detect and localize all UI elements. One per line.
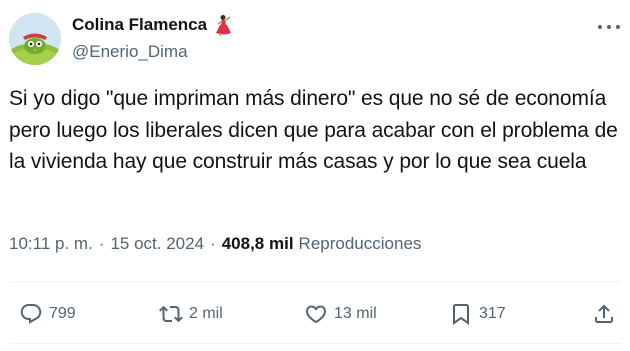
heart-icon [305,305,327,324]
repost-icon [159,305,183,323]
dot-icon [598,25,602,29]
divider [9,281,621,282]
author-name-row[interactable]: Colina Flamenca [72,14,232,37]
reply-button[interactable]: 799 [19,294,76,334]
more-options-button[interactable] [598,18,620,36]
reply-count: 799 [49,305,76,322]
reply-icon [20,304,42,324]
like-button[interactable]: 13 mil [304,294,377,334]
dot-icon [607,25,611,29]
repost-button[interactable]: 2 mil [159,294,223,334]
author-handle[interactable]: @Enerio_Dima [72,42,188,62]
avatar[interactable] [9,13,61,65]
tweet-date[interactable]: 15 oct. 2024 [110,234,204,254]
flamenco-dancer-icon [212,14,232,37]
bookmark-count: 317 [479,305,506,322]
tweet-time[interactable]: 10:11 p. m. [9,234,93,254]
dot-icon [616,25,620,29]
bookmark-button[interactable]: 317 [449,294,506,334]
green-bird-avatar-icon [9,13,61,65]
views-label: Reproducciones [298,234,422,253]
action-bar: 799 2 mil 13 mil 317 [0,294,630,334]
share-icon [595,304,613,323]
tweet-text: Si yo digo "que impriman más dinero" es … [9,87,618,173]
repost-count: 2 mil [189,305,223,322]
share-button[interactable] [592,294,616,334]
meta-separator: · [210,234,216,253]
bookmark-icon [453,304,469,325]
like-count: 13 mil [334,305,377,322]
views-count: 408,8 mil [221,234,294,253]
meta-separator: · [98,234,105,253]
divider [9,343,621,344]
tweet-meta: 10:11 p. m. · 15 oct. 2024 · 408,8 mil R… [9,234,421,254]
display-name[interactable]: Colina Flamenca [72,15,207,35]
